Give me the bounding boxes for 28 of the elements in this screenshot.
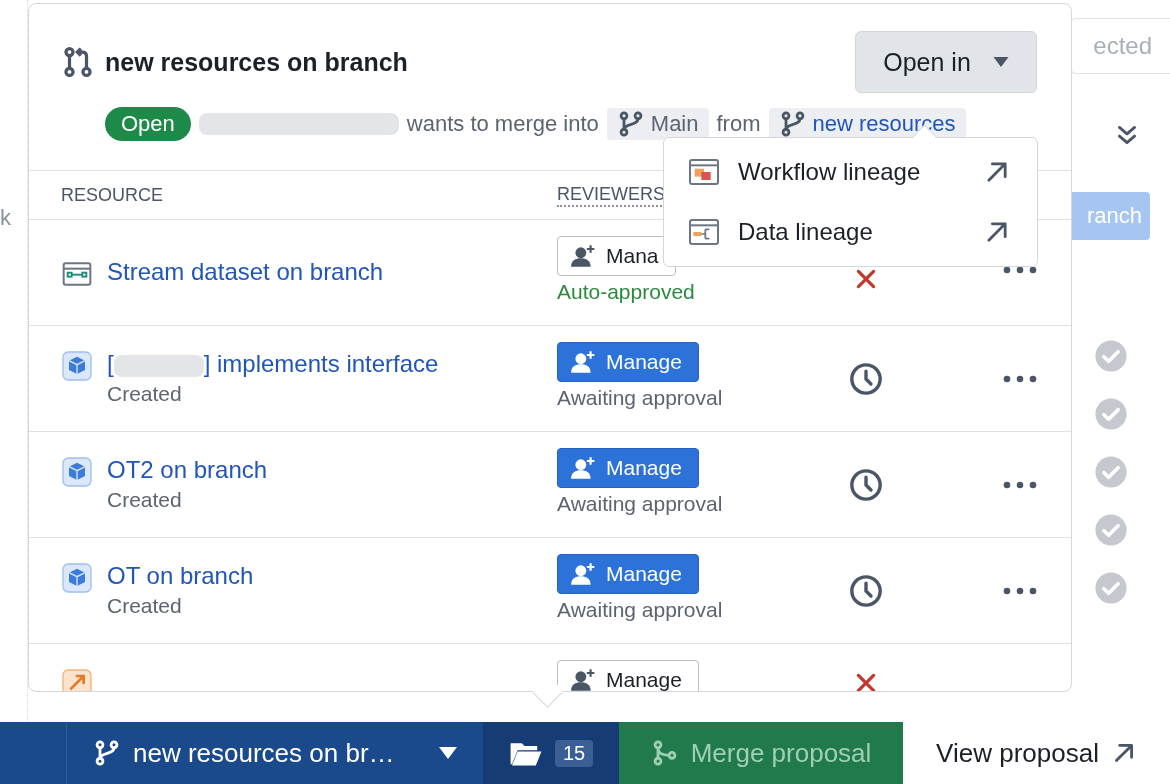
view-proposal-button[interactable]: View proposal xyxy=(903,722,1170,784)
menu-item[interactable]: Workflow lineage xyxy=(664,142,1037,202)
review-status: Auto-approved xyxy=(557,280,695,304)
open-in-button[interactable]: Open in xyxy=(855,31,1037,93)
merge-description: wants to merge into xyxy=(406,111,599,137)
resource-state: Created xyxy=(107,594,183,618)
review-status: Awaiting approval xyxy=(557,598,723,622)
review-status: Awaiting approval xyxy=(557,492,723,516)
target-branch-chip[interactable]: Main xyxy=(606,108,709,140)
manage-reviewers-button[interactable]: Manage xyxy=(557,342,699,382)
review-status: Awaiting approval xyxy=(557,386,723,410)
manage-reviewers-button[interactable]: Manage xyxy=(557,554,699,594)
from-label: from xyxy=(716,111,761,137)
resource-state: Created xyxy=(107,382,183,406)
popover-title: new resources on branch xyxy=(105,47,409,77)
resource-link[interactable]: [ ] implements interface xyxy=(107,350,439,378)
manage-reviewers-button[interactable]: Manage xyxy=(557,448,699,488)
files-button[interactable]: 15 xyxy=(483,722,619,784)
status-badge: Open xyxy=(105,107,191,141)
resource-link[interactable]: OT on branch xyxy=(107,562,254,590)
resource-state: Created xyxy=(107,488,183,512)
column-header: RESOURCE xyxy=(61,184,164,206)
resource-link[interactable]: Stream dataset on branch xyxy=(107,258,384,286)
source-branch-chip[interactable]: new resources xyxy=(768,108,966,140)
file-count: 15 xyxy=(554,739,594,767)
resource-link[interactable]: OT2 on branch xyxy=(107,456,268,484)
manage-reviewers-button[interactable]: Mana xyxy=(557,236,676,276)
manage-reviewers-button[interactable]: Manage xyxy=(557,660,699,691)
